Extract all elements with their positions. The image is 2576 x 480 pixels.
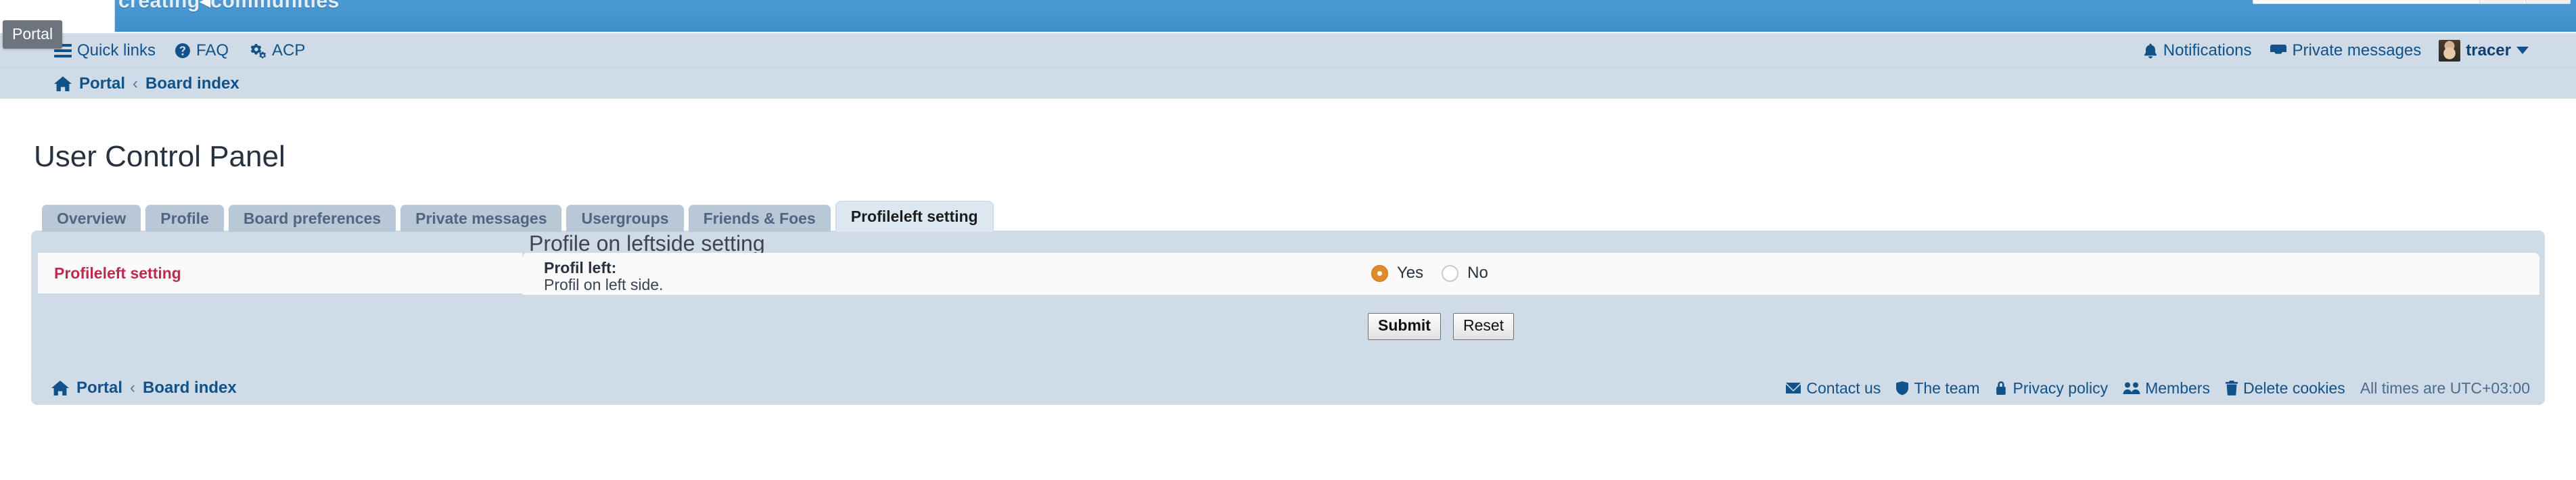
tab-private-messages-label: Private messages [415, 209, 547, 227]
home-icon [54, 76, 72, 92]
breadcrumb-item-board-index[interactable]: Board index [145, 74, 239, 93]
sidebar-item-profileleft-setting[interactable]: Profileleft setting [54, 264, 181, 283]
ucp-tabs: Overview Profile Board preferences Priva… [42, 199, 994, 232]
advanced-search-button[interactable] [2525, 0, 2570, 3]
tab-board-preferences-label: Board preferences [243, 209, 382, 227]
page-footer: Portal ‹ Board index Contact us The team [31, 371, 2545, 405]
navbar-left-links: Quick links FAQ ACP [54, 33, 305, 68]
footer-breadcrumb-item-board-index[interactable]: Board index [143, 379, 237, 398]
nav-private-messages-label: Private messages [2292, 41, 2422, 59]
ucp-sidebar: Profileleft setting [38, 253, 522, 293]
breadcrumb-separator: ‹ [133, 74, 139, 93]
nav-faq[interactable]: FAQ [175, 41, 229, 60]
footer-timezone: All times are UTC+03:00 [2360, 379, 2530, 397]
nav-user-menu[interactable]: tracer [2439, 39, 2529, 62]
nav-faq-label: FAQ [196, 41, 229, 59]
search-input[interactable] [2253, 0, 2477, 3]
site-name-part1: creating [118, 0, 200, 12]
nav-quick-links-label: Quick links [77, 41, 156, 59]
chevron-down-icon [2516, 47, 2529, 54]
search-button[interactable] [2479, 0, 2524, 3]
nav-acp[interactable]: ACP [248, 41, 305, 60]
reset-button[interactable]: Reset [1452, 313, 1515, 340]
field-label-profil-left: Profil left: [544, 259, 617, 277]
footer-contact-us-label: Contact us [1806, 379, 1881, 397]
avatar [2439, 39, 2461, 62]
settings-card: Profil left: Profil on left side. Yes No [522, 253, 2539, 295]
nav-private-messages[interactable]: Private messages [2270, 41, 2422, 60]
nav-notifications-label: Notifications [2163, 41, 2252, 59]
field-description-profil-left: Profil on left side. [544, 276, 664, 293]
radio-yes[interactable] [1371, 264, 1388, 282]
gears-icon [248, 43, 267, 59]
footer-members[interactable]: Members [2123, 379, 2210, 398]
trash-icon [2225, 381, 2238, 395]
footer-the-team[interactable]: The team [1895, 379, 1979, 398]
tab-usergroups-label: Usergroups [581, 209, 669, 227]
users-icon [2123, 381, 2140, 395]
tab-usergroups[interactable]: Usergroups [566, 205, 684, 232]
nav-acp-label: ACP [272, 41, 306, 59]
footer-members-label: Members [2145, 379, 2210, 397]
site-banner: creating◂communities [0, 0, 2576, 32]
nav-notifications[interactable]: Notifications [2143, 41, 2252, 60]
shield-icon [1895, 381, 1909, 395]
tab-friends-and-foes[interactable]: Friends & Foes [688, 205, 831, 232]
tab-board-preferences[interactable]: Board preferences [228, 205, 396, 232]
page-title: User Control Panel [34, 140, 285, 174]
footer-contact-us[interactable]: Contact us [1785, 379, 1881, 398]
navbar-right-links: Notifications Private messages tracer [2143, 33, 2529, 68]
tab-overview-label: Overview [57, 209, 127, 227]
footer-the-team-label: The team [1914, 379, 1980, 397]
footer-privacy-policy-label: Privacy policy [2013, 379, 2109, 397]
footer-breadcrumb-item-portal[interactable]: Portal [76, 379, 122, 398]
site-name: creating◂communities [118, 0, 340, 13]
nav-quick-links[interactable]: Quick links [54, 41, 156, 60]
footer-delete-cookies-label: Delete cookies [2242, 379, 2345, 397]
footer-delete-cookies[interactable]: Delete cookies [2225, 379, 2345, 398]
site-name-separator-icon: ◂ [200, 0, 211, 12]
inbox-icon [2270, 43, 2287, 58]
page-body: User Control Panel Overview Profile Boar… [0, 99, 2576, 480]
nav-username-label: tracer [2466, 41, 2511, 59]
portal-tooltip: Portal [3, 20, 63, 49]
tab-overview[interactable]: Overview [42, 205, 141, 232]
question-circle-icon [175, 43, 191, 59]
main-navbar: Quick links FAQ ACP Notifications Privat… [0, 32, 2576, 68]
footer-breadcrumb-separator: ‹ [130, 379, 136, 397]
home-icon [51, 380, 69, 396]
radio-no[interactable] [1442, 264, 1459, 282]
footer-links: Contact us The team Privacy policy Membe… [1785, 371, 2530, 405]
tab-profile-label: Profile [160, 209, 209, 227]
form-buttons: Submit Reset [1368, 313, 1515, 340]
tab-profileleft-setting-label: Profileleft setting [850, 208, 978, 225]
tab-friends-and-foes-label: Friends & Foes [703, 209, 816, 227]
footer-privacy-policy[interactable]: Privacy policy [1994, 379, 2108, 398]
radio-yes-label[interactable]: Yes [1397, 264, 1423, 283]
breadcrumb: Portal ‹ Board index [54, 68, 239, 99]
submit-button[interactable]: Submit [1368, 313, 1441, 340]
tab-profile[interactable]: Profile [145, 205, 224, 232]
tab-profileleft-setting[interactable]: Profileleft setting [835, 201, 994, 232]
breadcrumb-bar: Portal ‹ Board index [0, 68, 2576, 99]
site-name-part2: communities [210, 0, 340, 12]
tab-private-messages[interactable]: Private messages [400, 205, 562, 232]
envelope-icon [1785, 381, 1801, 395]
footer-breadcrumb: Portal ‹ Board index [51, 371, 237, 405]
search-box[interactable] [2253, 0, 2571, 4]
profil-left-radio-group: Yes No [1371, 264, 1498, 283]
bell-icon [2143, 43, 2158, 59]
radio-no-label[interactable]: No [1467, 264, 1488, 283]
breadcrumb-item-portal[interactable]: Portal [79, 74, 125, 93]
lock-icon [1994, 381, 2008, 395]
